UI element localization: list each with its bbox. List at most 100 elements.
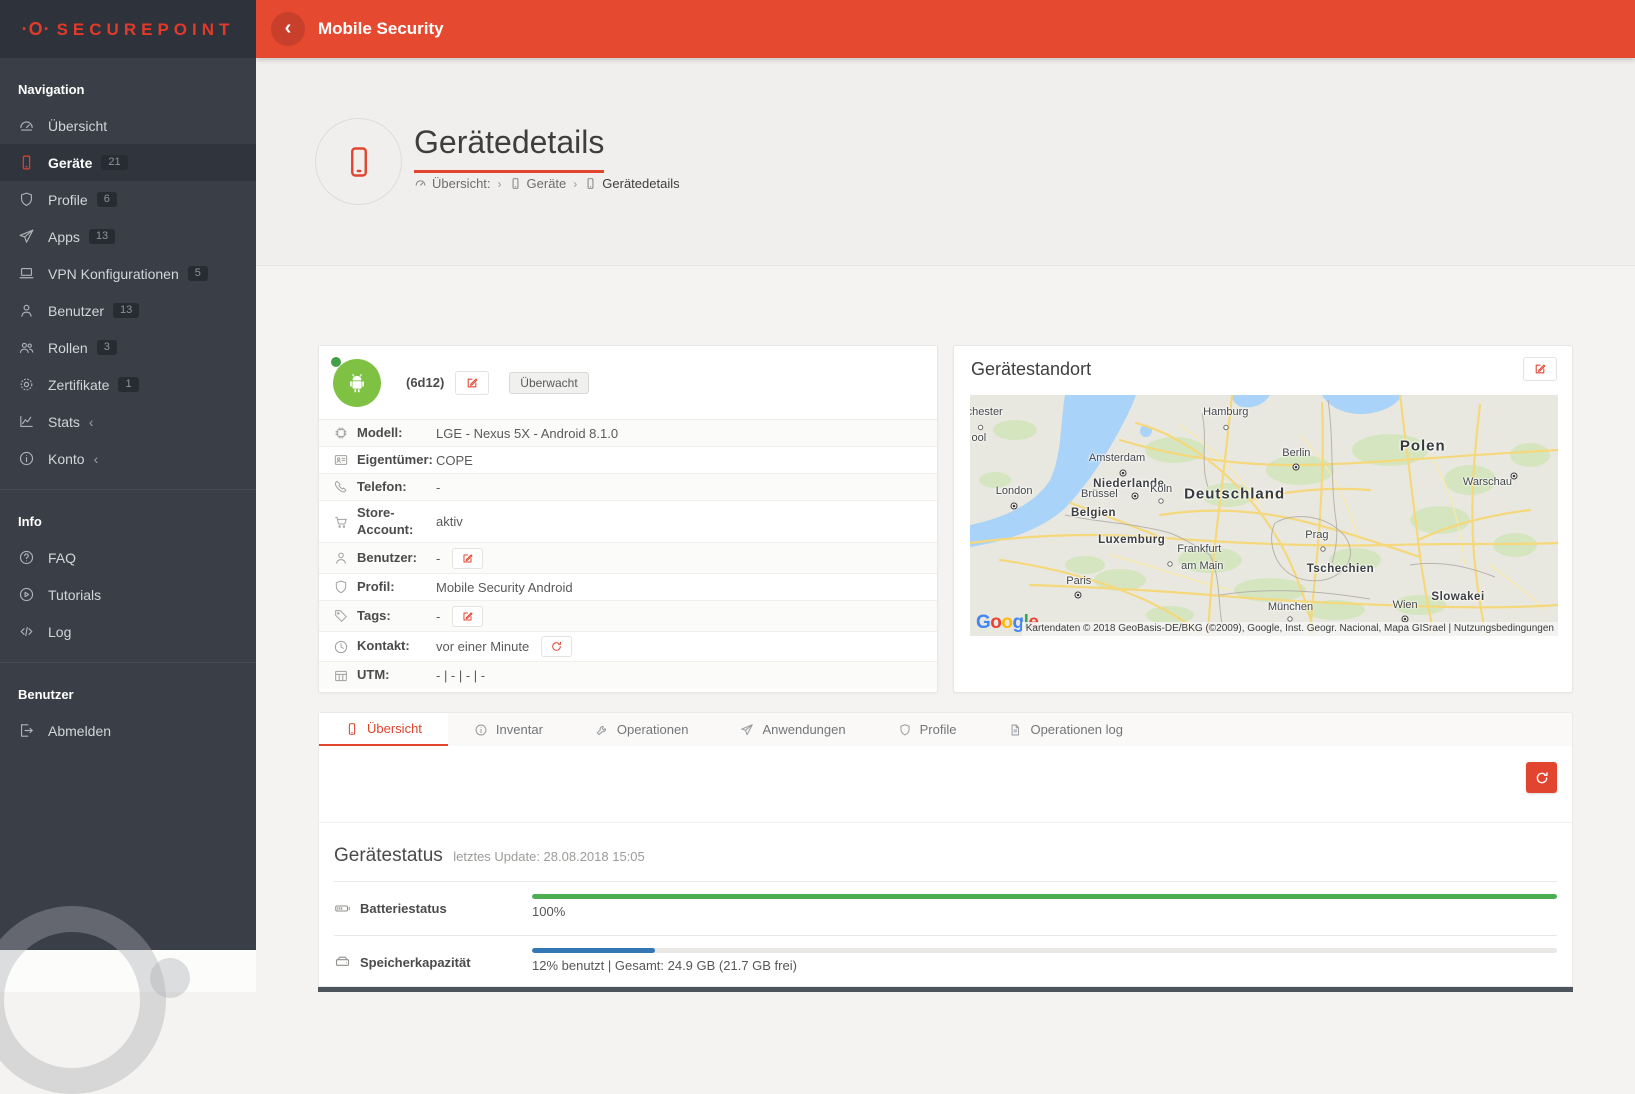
map-city-label: Warschau xyxy=(1463,476,1512,488)
storage-drive-icon xyxy=(334,954,351,971)
sidebar-item-log[interactable]: Log xyxy=(0,613,256,650)
back-button[interactable]: ‹ xyxy=(271,12,305,46)
pencil-edit-icon xyxy=(465,376,479,390)
sidebar-item-label: Geräte xyxy=(48,155,92,171)
tab-label: Profile xyxy=(920,722,957,737)
gauge-icon xyxy=(414,177,427,190)
breadcrumb-label: Übersicht: xyxy=(432,176,491,191)
sidebar-item-zertifikate[interactable]: Zertifikate 1 xyxy=(0,366,256,403)
device-info-card: (6d12) Überwacht Modell: LGE - Nexus 5X … xyxy=(318,345,938,693)
phone-icon xyxy=(341,144,377,180)
sidebar-item-profile[interactable]: Profile 6 xyxy=(0,181,256,218)
battery-value-text: 100% xyxy=(532,904,1557,919)
map-city-label: London xyxy=(996,485,1033,497)
sidebar-item-tutorials[interactable]: Tutorials xyxy=(0,576,256,613)
play-circle-icon xyxy=(18,586,35,603)
sidebar-item-geraete[interactable]: Geräte 21 xyxy=(0,144,256,181)
google-map[interactable]: chester ool Hamburg Amsterdam Niederland… xyxy=(970,395,1558,636)
sidebar-item-stats[interactable]: Stats ‹ xyxy=(0,403,256,440)
count-badge: 13 xyxy=(113,303,139,318)
shopping-cart-icon xyxy=(333,514,349,530)
sidebar-item-label: Rollen xyxy=(48,340,88,356)
storage-progress-fill xyxy=(532,948,655,953)
tab-inventar[interactable]: Inventar xyxy=(448,713,569,746)
map-country-label: Belgien xyxy=(1071,507,1116,519)
table-grid-icon xyxy=(333,668,349,684)
device-location-card: Gerätestandort xyxy=(953,345,1573,693)
sidebar-item-benutzer[interactable]: Benutzer 13 xyxy=(0,292,256,329)
sidebar-item-faq[interactable]: FAQ xyxy=(0,539,256,576)
device-name: (6d12) xyxy=(406,375,444,390)
sidebar-item-rollen[interactable]: Rollen 3 xyxy=(0,329,256,366)
tab-profile[interactable]: Profile xyxy=(872,713,983,746)
tab-anwendungen[interactable]: Anwendungen xyxy=(714,713,871,746)
users-group-icon xyxy=(18,339,35,356)
device-row-label: Store-Account: xyxy=(357,505,436,538)
device-row-value: vor einer Minute xyxy=(436,639,529,654)
chevron-left-icon: ‹ xyxy=(89,414,94,430)
breadcrumb-geraete[interactable]: Geräte xyxy=(509,176,567,191)
tab-label: Inventar xyxy=(496,722,543,737)
sidebar-item-label: Benutzer xyxy=(48,303,104,319)
refresh-status-button[interactable] xyxy=(1526,762,1557,793)
count-badge: 5 xyxy=(188,266,208,281)
tab-label: Übersicht xyxy=(367,721,422,736)
device-row-store-account: Store-Account: aktiv xyxy=(319,501,937,543)
tab-operationen[interactable]: Operationen xyxy=(569,713,715,746)
map-city-label: Köln xyxy=(1150,483,1172,495)
edit-tags-button[interactable] xyxy=(452,606,483,627)
certificate-seal-icon xyxy=(18,376,35,393)
refresh-contact-button[interactable] xyxy=(541,636,572,657)
shield-icon xyxy=(898,723,912,737)
tab-operationen-log[interactable]: Operationen log xyxy=(982,713,1149,746)
tab-uebersicht[interactable]: Übersicht xyxy=(319,713,448,746)
map-city-label: Hamburg xyxy=(1203,406,1248,418)
sidebar-item-apps[interactable]: Apps 13 xyxy=(0,218,256,255)
device-row-value: LGE - Nexus 5X - Android 8.1.0 xyxy=(436,426,618,441)
device-row-label: Telefon: xyxy=(357,479,407,495)
chip-icon xyxy=(333,425,349,441)
phone-icon xyxy=(509,177,522,190)
terms-link[interactable]: Nutzungsbedingungen xyxy=(1454,623,1554,634)
shield-icon xyxy=(333,579,349,595)
map-city-label: Wien xyxy=(1393,599,1418,611)
sidebar-footer xyxy=(0,950,256,992)
edit-device-name-button[interactable] xyxy=(455,371,489,395)
status-row-label: Batteriestatus xyxy=(360,901,447,916)
edit-user-button[interactable] xyxy=(452,548,483,569)
device-row-tags: Tags: - xyxy=(319,601,937,632)
sidebar-item-vpn-konfigurationen[interactable]: VPN Konfigurationen 5 xyxy=(0,255,256,292)
status-row-storage: Speicherkapazität 12% benutzt | Gesamt: … xyxy=(334,936,1557,990)
tab-label: Operationen xyxy=(617,722,689,737)
sidebar-item-uebersicht[interactable]: Übersicht xyxy=(0,107,256,144)
phone-icon xyxy=(584,177,597,190)
sidebar-item-label: FAQ xyxy=(48,550,76,566)
next-section-edge xyxy=(318,987,1573,992)
sidebar-item-konto[interactable]: Konto ‹ xyxy=(0,440,256,477)
status-row-battery: Batteriestatus 100% xyxy=(334,882,1557,936)
sidebar-item-abmelden[interactable]: Abmelden xyxy=(0,712,256,749)
edit-location-button[interactable] xyxy=(1523,357,1557,381)
breadcrumb-uebersicht[interactable]: Übersicht: xyxy=(414,176,491,191)
map-city-label: Amsterdam xyxy=(1089,452,1145,464)
android-avatar xyxy=(333,359,381,407)
device-row-utm: UTM: - | - | - | - xyxy=(319,662,937,689)
sidebar-item-label: Abmelden xyxy=(48,723,111,739)
battery-icon xyxy=(334,900,351,917)
breadcrumb-separator: › xyxy=(573,177,577,191)
tab-label: Anwendungen xyxy=(762,722,845,737)
info-circle-icon xyxy=(18,450,35,467)
sidebar-item-label: Konto xyxy=(48,451,85,467)
map-country-label: Deutschland xyxy=(1184,485,1285,502)
device-row-profil: Profil: Mobile Security Android xyxy=(319,574,937,601)
storage-value-text: 12% benutzt | Gesamt: 24.9 GB (21.7 GB f… xyxy=(532,958,1557,973)
securepoint-logo[interactable]: ·O·SECUREPOINT xyxy=(22,19,235,40)
device-detail-tabs: Übersicht Inventar Operationen Anwendung… xyxy=(318,712,1573,746)
count-badge: 13 xyxy=(89,229,115,244)
gauge-icon xyxy=(18,117,35,134)
panel-toolbar xyxy=(319,746,1572,823)
sidebar-heading-info: Info xyxy=(0,490,256,539)
android-robot-icon xyxy=(344,370,370,396)
map-country-label: Luxemburg xyxy=(1098,534,1165,546)
wrench-icon xyxy=(595,723,609,737)
